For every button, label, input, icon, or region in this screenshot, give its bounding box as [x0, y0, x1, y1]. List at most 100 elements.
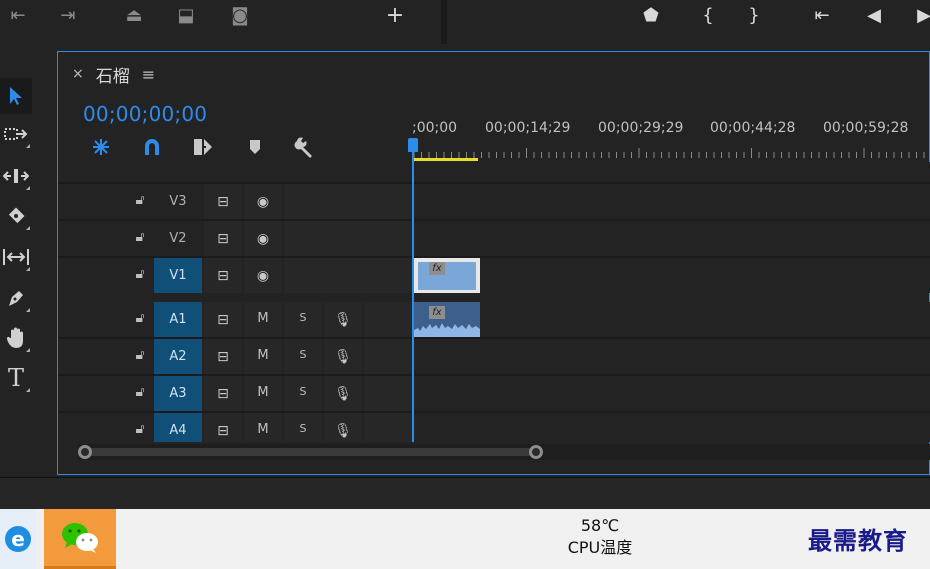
step-to-start-icon[interactable]: ⇤ [6, 6, 30, 26]
extract-icon[interactable]: ⬓ [174, 6, 198, 26]
lock-icon[interactable]: 🔓︎ [131, 384, 149, 402]
step-back-icon[interactable]: ◀ [862, 6, 886, 26]
ruler-label: 00;00;14;29 [485, 120, 571, 136]
horizontal-scrollbar[interactable] [78, 444, 930, 460]
lock-icon[interactable]: 🔓︎ [131, 421, 149, 439]
track-select-tool-icon[interactable] [0, 116, 32, 152]
ripple-edit-tool-icon[interactable] [0, 158, 32, 194]
track-v3: 🔓︎ V3 ⊟ ◉ [58, 184, 930, 221]
track-a4: 🔓︎ A4 ⊟ M S 🎙︎ [58, 413, 930, 442]
track-lane[interactable] [413, 413, 930, 442]
mark-out-icon[interactable]: } [742, 6, 766, 26]
track-lane[interactable] [413, 221, 930, 256]
type-tool-icon[interactable]: T [0, 360, 32, 396]
solo-button[interactable]: S [294, 422, 312, 435]
microphone-icon[interactable]: 🎙︎ [332, 347, 354, 367]
track-name[interactable]: V3 [154, 184, 202, 219]
panel-menu-icon[interactable]: ≡ [142, 65, 155, 84]
mark-in-icon[interactable]: { [696, 6, 720, 26]
track-spacer [58, 162, 930, 184]
track-lane[interactable] [413, 302, 930, 337]
track-a3: 🔓︎ A3 ⊟ M S 🎙︎ [58, 376, 930, 413]
insert-icon[interactable]: ⇥ [56, 6, 80, 26]
work-area-bar[interactable] [414, 158, 478, 161]
track-name[interactable]: A2 [154, 339, 202, 374]
timeline-tab[interactable]: × 石榴 ≡ [72, 62, 155, 87]
eye-icon[interactable]: ◉ [252, 229, 274, 249]
razor-tool-icon[interactable] [0, 198, 32, 234]
cpu-temperature[interactable]: 58℃ CPU温度 [540, 515, 660, 559]
track-name[interactable]: V1 [154, 258, 202, 293]
solo-button[interactable]: S [294, 348, 312, 361]
sync-lock-icon[interactable]: ⊟ [212, 384, 234, 404]
pen-tool-icon[interactable] [0, 280, 32, 316]
wechat-taskbar-icon[interactable] [44, 509, 116, 569]
cpu-temp-value: 58℃ [580, 516, 620, 535]
track-v2: 🔓︎ V2 ⊟ ◉ [58, 221, 930, 258]
sync-lock-icon[interactable]: ⊟ [212, 347, 234, 367]
add-icon[interactable]: + [383, 5, 407, 27]
nest-sequence-icon[interactable] [88, 134, 114, 160]
mute-button[interactable]: M [254, 311, 272, 326]
time-ruler[interactable]: ;00;00 00;00;14;29 00;00;29;29 00;00;44;… [412, 114, 930, 161]
track-name[interactable]: A3 [154, 376, 202, 411]
eye-icon[interactable]: ◉ [252, 192, 274, 212]
track-name[interactable]: A1 [154, 302, 202, 337]
sequence-title[interactable]: 石榴 [96, 62, 130, 87]
go-to-in-icon[interactable]: ⇤ [810, 6, 834, 26]
audio-clip[interactable]: fx [414, 302, 480, 337]
hand-tool-icon[interactable] [0, 320, 32, 356]
ie-browser-taskbar-icon[interactable]: e [0, 509, 36, 569]
track-lane[interactable] [413, 376, 930, 411]
tracks-area: 🔓︎ V3 ⊟ ◉ 🔓︎ V2 ⊟ ◉ 🔓︎ V1 ⊟ ◉ fx 🔓︎ A1 ⊟… [58, 162, 930, 442]
track-a2: 🔓︎ A2 ⊟ M S 🎙︎ [58, 339, 930, 376]
slip-tool-icon[interactable] [0, 239, 32, 275]
watermark-text: 最需教育 [808, 526, 908, 555]
ruler-label: ;00;00 [412, 120, 458, 136]
sync-lock-icon[interactable]: ⊟ [212, 310, 234, 330]
track-lane[interactable] [413, 184, 930, 219]
scroll-zoom-handle-right[interactable] [529, 445, 543, 459]
lock-icon[interactable]: 🔓︎ [131, 229, 149, 247]
snap-magnet-icon[interactable] [139, 134, 165, 160]
microphone-icon[interactable]: 🎙︎ [332, 421, 354, 441]
add-marker-icon[interactable] [242, 134, 268, 160]
track-lane[interactable] [413, 339, 930, 374]
video-clip[interactable]: fx [414, 258, 480, 293]
track-name[interactable]: A4 [154, 413, 202, 442]
scroll-zoom-handle-left[interactable] [78, 445, 92, 459]
close-icon[interactable]: × [72, 66, 84, 82]
sync-lock-icon[interactable]: ⊟ [212, 421, 234, 441]
solo-button[interactable]: S [294, 385, 312, 398]
scrollbar-thumb[interactable] [82, 448, 537, 456]
solo-button[interactable]: S [294, 311, 312, 324]
sync-lock-icon[interactable]: ⊟ [212, 192, 234, 212]
cpu-temp-label: CPU温度 [567, 538, 633, 557]
play-icon[interactable]: ▶ [912, 6, 930, 26]
sync-lock-icon[interactable]: ⊟ [212, 229, 234, 249]
lock-icon[interactable]: 🔓︎ [131, 347, 149, 365]
microphone-icon[interactable]: 🎙︎ [332, 384, 354, 404]
playhead-line[interactable] [412, 150, 414, 442]
lift-icon[interactable]: ⏏ [122, 6, 146, 26]
camera-icon[interactable]: ◙ [228, 6, 252, 26]
lock-icon[interactable]: 🔓︎ [131, 192, 149, 210]
lock-icon[interactable]: 🔓︎ [131, 310, 149, 328]
ruler-label: 00;00;29;29 [598, 120, 684, 136]
playhead-timecode[interactable]: 00;00;00;00 [83, 102, 207, 126]
mute-button[interactable]: M [254, 348, 272, 363]
track-v1: 🔓︎ V1 ⊟ ◉ fx [58, 258, 930, 295]
mute-button[interactable]: M [254, 422, 272, 437]
mute-button[interactable]: M [254, 385, 272, 400]
lock-icon[interactable]: 🔓︎ [131, 266, 149, 284]
selection-tool-icon[interactable] [0, 78, 32, 114]
timeline-settings-wrench-icon[interactable] [292, 134, 318, 160]
marker-icon[interactable]: ⬟ [639, 6, 663, 26]
eye-icon[interactable]: ◉ [252, 266, 274, 286]
microphone-icon[interactable]: 🎙︎ [332, 310, 354, 330]
sync-lock-icon[interactable]: ⊟ [212, 266, 234, 286]
track-lane[interactable] [413, 258, 930, 293]
track-name[interactable]: V2 [154, 221, 202, 256]
linked-selection-icon[interactable] [190, 134, 216, 160]
fx-badge: fx [429, 262, 445, 275]
